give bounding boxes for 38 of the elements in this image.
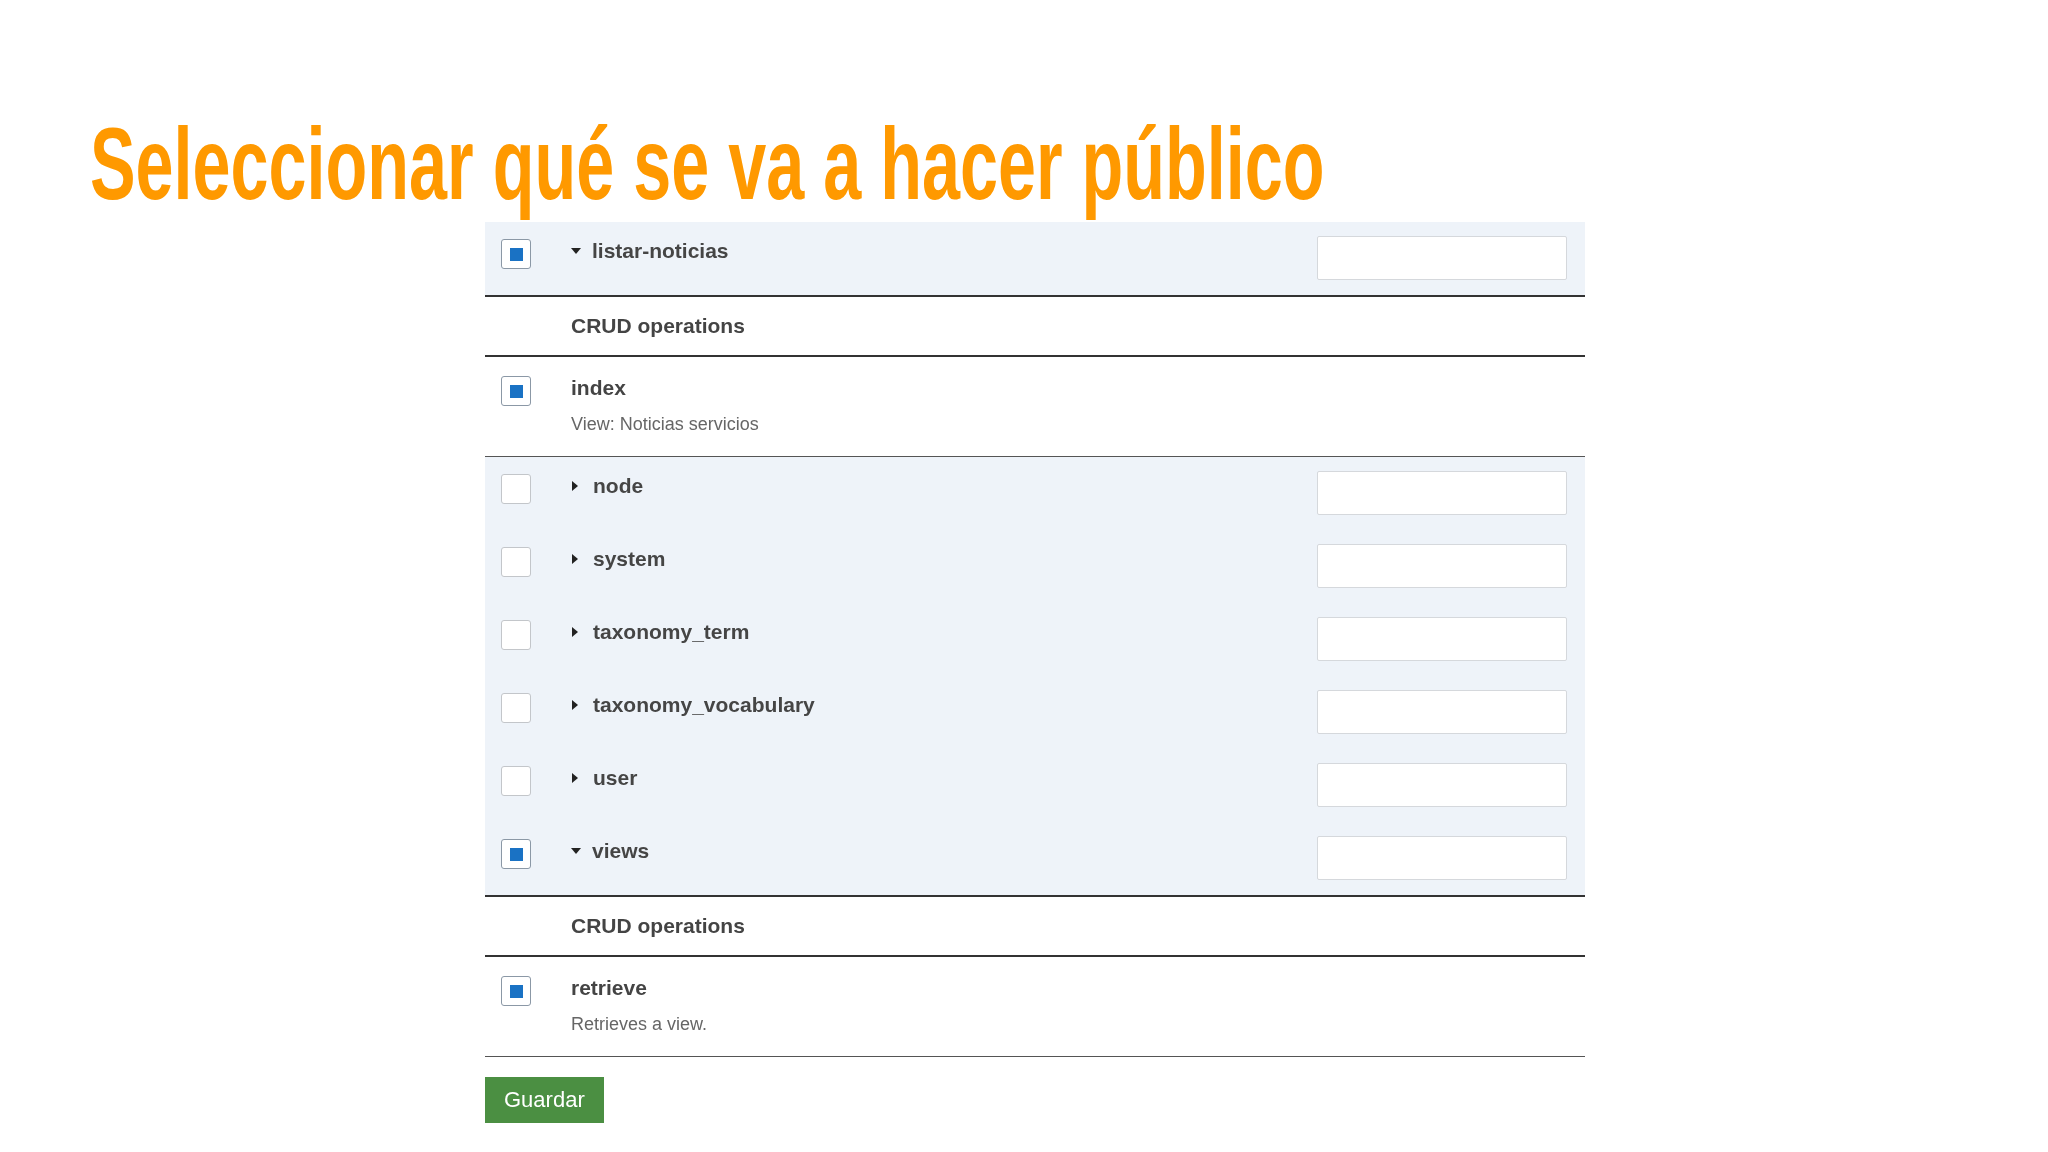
caret-icon[interactable] bbox=[572, 627, 578, 637]
checkbox[interactable] bbox=[501, 766, 531, 796]
resource-name: taxonomy_term bbox=[593, 619, 750, 645]
operation-description: Retrieves a view. bbox=[571, 1013, 708, 1036]
resource-name: system bbox=[593, 546, 666, 572]
checkbox[interactable] bbox=[501, 474, 531, 504]
save-button[interactable]: Guardar bbox=[485, 1077, 604, 1123]
checkbox[interactable] bbox=[501, 620, 531, 650]
input-field[interactable] bbox=[1317, 617, 1567, 661]
resource-name: listar-noticias bbox=[592, 238, 729, 264]
caret-icon[interactable] bbox=[571, 248, 581, 254]
caret-icon[interactable] bbox=[572, 700, 578, 710]
checkbox[interactable] bbox=[501, 839, 531, 869]
input-field[interactable] bbox=[1317, 544, 1567, 588]
checkbox[interactable] bbox=[501, 693, 531, 723]
input-field[interactable] bbox=[1317, 763, 1567, 807]
caret-icon[interactable] bbox=[572, 481, 578, 491]
checkbox[interactable] bbox=[501, 976, 531, 1006]
resource-name: views bbox=[592, 838, 650, 864]
resource-name: node bbox=[593, 473, 644, 499]
caret-icon[interactable] bbox=[572, 554, 578, 564]
section-heading: CRUD operations bbox=[571, 313, 745, 339]
operation-description: View: Noticias servicios bbox=[571, 413, 759, 436]
checkbox[interactable] bbox=[501, 376, 531, 406]
resource-name: taxonomy_vocabulary bbox=[593, 692, 815, 718]
caret-icon[interactable] bbox=[571, 848, 581, 854]
checkbox[interactable] bbox=[501, 547, 531, 577]
resource-name: user bbox=[593, 765, 638, 791]
section-heading: CRUD operations bbox=[571, 913, 745, 939]
page-title: Seleccionar qué se va a hacer público bbox=[90, 106, 1325, 223]
input-field[interactable] bbox=[1317, 471, 1567, 515]
operation-name: retrieve bbox=[571, 975, 647, 1001]
caret-icon[interactable] bbox=[572, 773, 578, 783]
checkbox[interactable] bbox=[501, 239, 531, 269]
input-field[interactable] bbox=[1317, 836, 1567, 880]
input-field[interactable] bbox=[1317, 690, 1567, 734]
input-field[interactable] bbox=[1317, 236, 1567, 280]
operation-name: index bbox=[571, 375, 626, 401]
